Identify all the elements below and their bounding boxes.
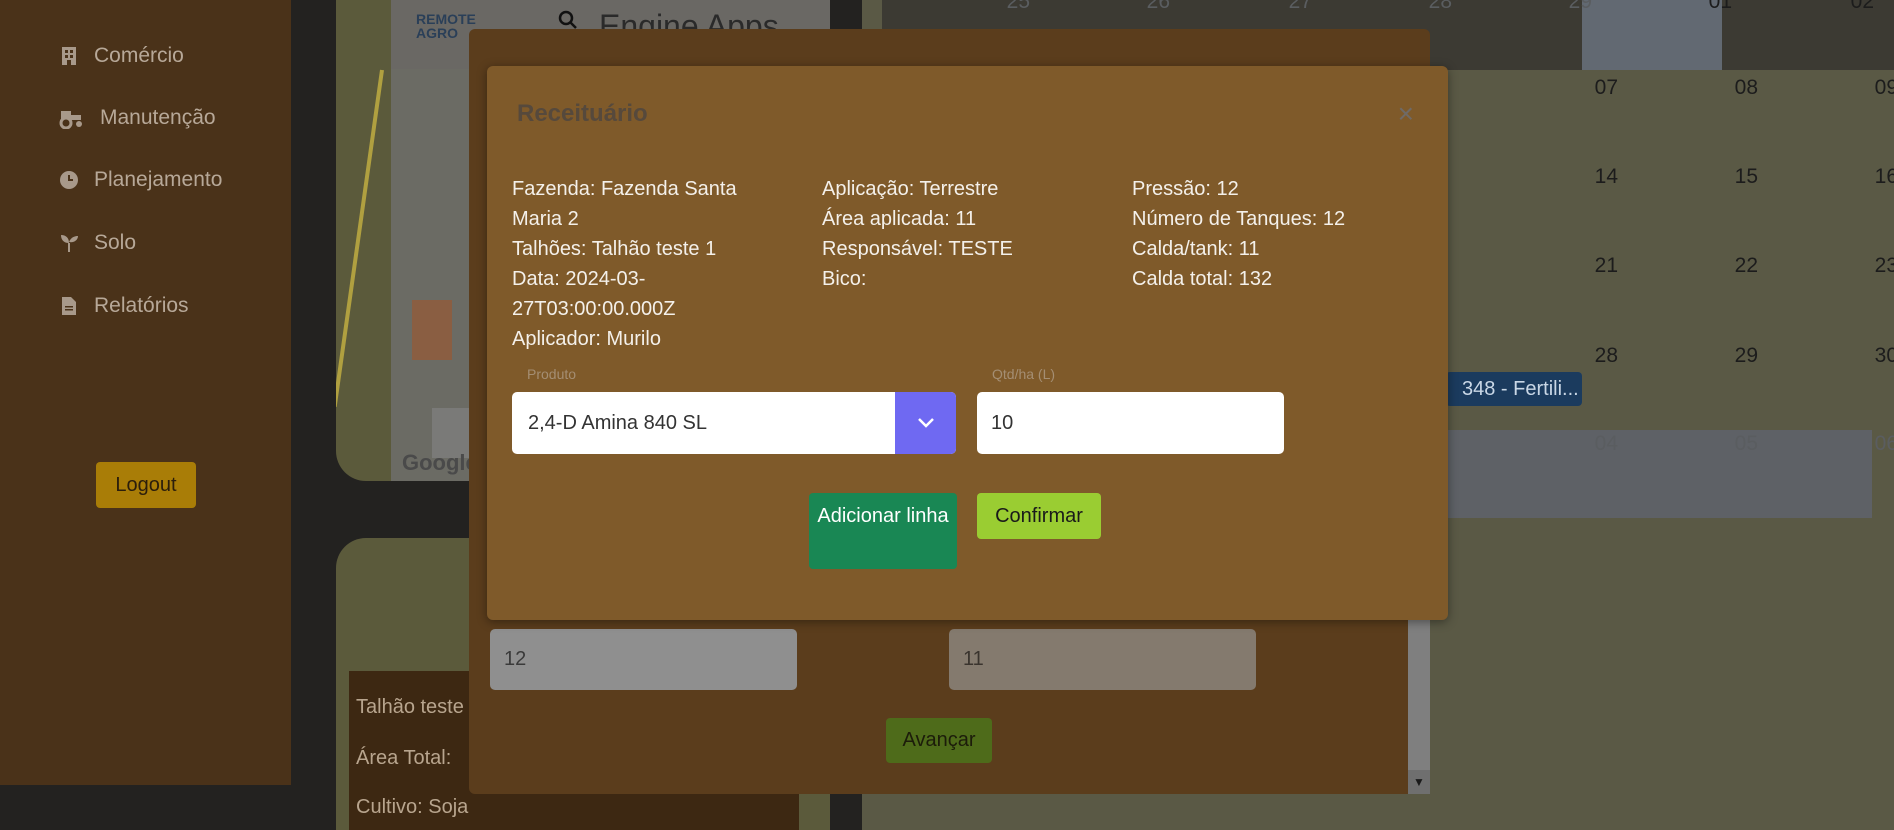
sidebar-item-label: Relatórios	[94, 294, 189, 317]
info-column-tank: Pressão: 12 Número de Tanques: 12 Calda/…	[1132, 174, 1432, 294]
logout-button[interactable]: Logout	[96, 462, 196, 508]
sidebar: Comércio Manutenção Planejamento Solo Re…	[0, 0, 291, 785]
scrollbar[interactable]	[1408, 614, 1430, 794]
underlying-input[interactable]: 11	[949, 629, 1256, 690]
calendar-day[interactable]: 27	[1272, 0, 1312, 14]
building-icon	[58, 45, 80, 67]
farm-text: Fazenda: Fazenda Santa Maria 2	[512, 178, 737, 230]
spray-total-text: Calda total: 132	[1132, 268, 1273, 290]
field-area: Área Total:	[356, 747, 452, 769]
next-button[interactable]: Avançar	[886, 718, 992, 763]
tank-count-text: Número de Tanques: 12	[1132, 208, 1346, 230]
clock-icon	[58, 169, 80, 191]
add-line-button[interactable]: Adicionar linha	[809, 493, 957, 569]
calendar-day[interactable]: 30	[1858, 344, 1894, 368]
field-crop: Cultivo: Soja	[356, 796, 469, 818]
gutter	[291, 0, 336, 830]
spray-per-tank-text: Calda/tank: 11	[1132, 238, 1260, 260]
calendar-day[interactable]: 02	[1834, 0, 1874, 14]
application-type-text: Aplicação: Terrestre	[822, 178, 999, 200]
tractor-icon	[58, 107, 86, 129]
product-select-value: 2,4-D Amina 840 SL	[528, 412, 707, 434]
confirm-button[interactable]: Confirmar	[977, 493, 1101, 539]
calendar-day[interactable]: 29	[1552, 0, 1592, 14]
applied-area-text: Área aplicada: 11	[822, 208, 977, 230]
underlying-input[interactable]: 12	[490, 629, 797, 690]
app-logo: REMOTE AGRO	[416, 11, 476, 41]
map-field-polygon[interactable]	[412, 300, 452, 360]
sidebar-item-label: Comércio	[94, 44, 184, 67]
calendar-day[interactable]: 01	[1692, 0, 1732, 14]
sidebar-item-solo[interactable]: Solo	[58, 231, 136, 255]
sidebar-item-comercio[interactable]: Comércio	[58, 44, 184, 68]
calendar-day[interactable]: 22	[1718, 254, 1758, 278]
info-column-farm: Fazenda: Fazenda Santa Maria 2 Talhões: …	[512, 174, 782, 354]
calendar-day[interactable]: 07	[1578, 76, 1618, 100]
calendar-day[interactable]: 25	[990, 0, 1030, 14]
plots-text: Talhões: Talhão teste 1	[512, 238, 717, 260]
sidebar-item-label: Manutenção	[100, 106, 216, 129]
sidebar-item-planejamento[interactable]: Planejamento	[58, 168, 222, 192]
chevron-down-icon[interactable]	[895, 392, 956, 454]
map-road	[336, 69, 384, 407]
responsible-text: Responsável: TESTE	[822, 238, 1013, 260]
info-column-application: Aplicação: Terrestre Área aplicada: 11 R…	[822, 174, 1082, 294]
scroll-down-icon[interactable]: ▼	[1408, 770, 1430, 794]
calendar-day[interactable]: 28	[1412, 0, 1452, 14]
calendar-day[interactable]: 28	[1578, 344, 1618, 368]
calendar-day[interactable]: 21	[1578, 254, 1618, 278]
sidebar-item-label: Planejamento	[94, 168, 223, 191]
modal-title: Receituário	[517, 100, 648, 127]
product-select[interactable]: 2,4-D Amina 840 SL	[512, 392, 956, 454]
sidebar-item-label: Solo	[94, 231, 137, 254]
field-name: Talhão teste	[356, 696, 464, 718]
calendar-day[interactable]: 29	[1718, 344, 1758, 368]
applicator-text: Aplicador: Murilo	[512, 328, 661, 350]
calendar-day[interactable]: 23	[1858, 254, 1894, 278]
quantity-label: Qtd/ha (L)	[992, 366, 1056, 382]
calendar-day[interactable]: 09	[1858, 76, 1894, 100]
calendar-day[interactable]: 08	[1718, 76, 1758, 100]
quantity-input[interactable]: 10	[977, 392, 1284, 454]
nozzle-text: Bico:	[822, 268, 867, 290]
calendar-event[interactable]: 348 - Fertili...	[1446, 372, 1582, 406]
seedling-icon	[58, 232, 80, 254]
calendar-day[interactable]: 06	[1858, 432, 1894, 456]
calendar-day[interactable]: 26	[1130, 0, 1170, 14]
product-label: Produto	[527, 366, 577, 382]
calendar-day[interactable]: 16	[1858, 165, 1894, 189]
calendar-day[interactable]: 04	[1578, 432, 1618, 456]
calendar-next-month-row	[1446, 430, 1872, 518]
close-icon[interactable]: ×	[1398, 100, 1414, 128]
calendar-day[interactable]: 15	[1718, 165, 1758, 189]
prescription-modal: Receituário × Fazenda: Fazenda Santa Mar…	[487, 66, 1448, 620]
pressure-text: Pressão: 12	[1132, 178, 1239, 200]
calendar-day[interactable]: 14	[1578, 165, 1618, 189]
date-text: Data: 2024-03-27T03:00:00.000Z	[512, 268, 676, 320]
sidebar-item-relatorios[interactable]: Relatórios	[58, 294, 189, 318]
map-attribution: Google	[402, 450, 478, 475]
calendar-day[interactable]: 05	[1718, 432, 1758, 456]
sidebar-item-manutencao[interactable]: Manutenção	[58, 106, 216, 130]
file-icon	[58, 295, 80, 317]
